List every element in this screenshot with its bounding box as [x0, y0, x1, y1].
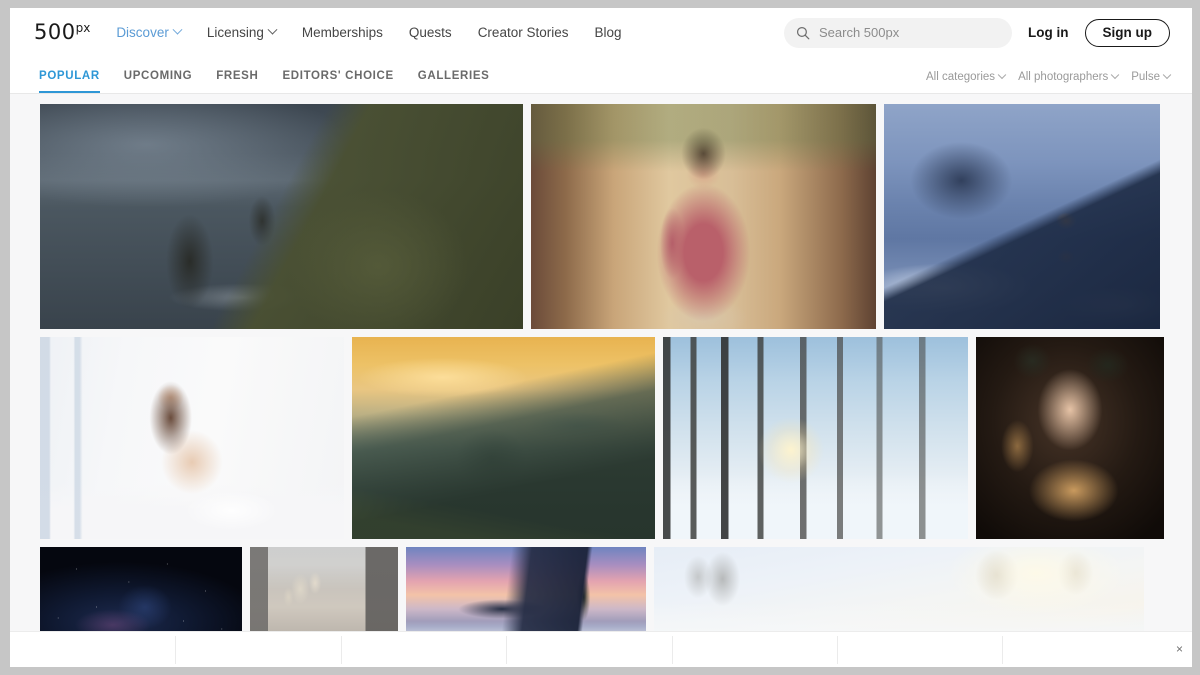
- nav-item-creator-stories[interactable]: Creator Stories: [478, 25, 569, 40]
- tab-editors-choice[interactable]: EDITORS' CHOICE: [282, 70, 393, 93]
- chevron-down-icon: [172, 24, 183, 35]
- login-link[interactable]: Log in: [1028, 25, 1069, 40]
- subnav-filters: All categories All photographers Pulse: [926, 70, 1172, 93]
- close-icon[interactable]: ×: [1176, 643, 1183, 655]
- photo-snowy-forest-sunburst[interactable]: [663, 337, 968, 539]
- primary-header: 500px Discover Licensing Memberships Que…: [10, 8, 1192, 57]
- nav-item-quests[interactable]: Quests: [409, 25, 452, 40]
- filter-all-photographers[interactable]: All photographers: [1018, 70, 1120, 83]
- browser-viewport: 500px Discover Licensing Memberships Que…: [10, 8, 1192, 667]
- main-navigation: Discover Licensing Memberships Quests Cr…: [116, 24, 622, 40]
- subnav-tabs: POPULAR UPCOMING FRESH EDITORS' CHOICE G…: [39, 57, 489, 93]
- photo-sunrise-mountain-ridge-image: [352, 337, 655, 539]
- photo-winter-cabin-lake[interactable]: [884, 104, 1160, 329]
- filter-pulse-label: Pulse: [1131, 71, 1160, 83]
- nav-item-blog[interactable]: Blog: [594, 25, 621, 40]
- photo-blonde-hair-portrait[interactable]: [976, 337, 1164, 539]
- photo-woman-red-dress[interactable]: [531, 104, 876, 329]
- tab-galleries[interactable]: GALLERIES: [418, 70, 490, 93]
- logo-suffix: px: [75, 21, 91, 35]
- filter-all-categories-label: All categories: [926, 71, 996, 83]
- nav-item-memberships[interactable]: Memberships: [302, 25, 383, 40]
- chevron-down-icon: [1162, 70, 1172, 80]
- photo-woman-white-room[interactable]: [40, 337, 344, 539]
- photo-gallery: [10, 94, 1192, 649]
- search-icon: [796, 26, 810, 39]
- photo-blonde-hair-portrait-image: [976, 337, 1164, 539]
- secondary-navigation: POPULAR UPCOMING FRESH EDITORS' CHOICE G…: [10, 57, 1192, 94]
- chevron-down-icon: [997, 70, 1007, 80]
- footer-divider: [175, 636, 176, 664]
- footer-bar: ×: [10, 631, 1192, 667]
- nav-item-licensing-label: Licensing: [206, 25, 264, 40]
- signup-button[interactable]: Sign up: [1084, 18, 1170, 47]
- tab-fresh[interactable]: FRESH: [216, 70, 258, 93]
- filter-pulse[interactable]: Pulse: [1131, 70, 1172, 83]
- photo-sea-stacks-coast-image: [40, 104, 523, 329]
- tab-upcoming[interactable]: UPCOMING: [124, 70, 192, 93]
- filter-all-categories[interactable]: All categories: [926, 70, 1007, 83]
- search-input[interactable]: [819, 25, 1000, 40]
- footer-divider: [672, 636, 673, 664]
- chevron-down-icon: [267, 24, 278, 35]
- gallery-row: [10, 104, 1192, 329]
- search-box[interactable]: [784, 17, 1012, 48]
- photo-winter-cabin-lake-image: [884, 104, 1160, 329]
- footer-divider: [837, 636, 838, 664]
- photo-snowy-forest-sunburst-image: [663, 337, 968, 539]
- photo-sea-stacks-coast[interactable]: [40, 104, 523, 329]
- header-actions: Log in Sign up: [784, 17, 1170, 48]
- photo-woman-white-room-image: [40, 337, 344, 539]
- filter-all-photographers-label: All photographers: [1018, 71, 1109, 83]
- logo-text: 500: [34, 20, 76, 44]
- photo-woman-red-dress-image: [531, 104, 876, 329]
- footer-divider: [506, 636, 507, 664]
- footer-divider: [341, 636, 342, 664]
- chevron-down-icon: [1110, 70, 1120, 80]
- footer-divider: [1002, 636, 1003, 664]
- photo-sunrise-mountain-ridge[interactable]: [352, 337, 655, 539]
- nav-item-discover-label: Discover: [116, 25, 169, 40]
- gallery-row: [10, 337, 1192, 539]
- tab-popular[interactable]: POPULAR: [39, 70, 100, 93]
- nav-item-discover[interactable]: Discover: [116, 24, 183, 40]
- nav-item-licensing[interactable]: Licensing: [206, 24, 278, 40]
- site-logo[interactable]: 500px: [34, 22, 90, 43]
